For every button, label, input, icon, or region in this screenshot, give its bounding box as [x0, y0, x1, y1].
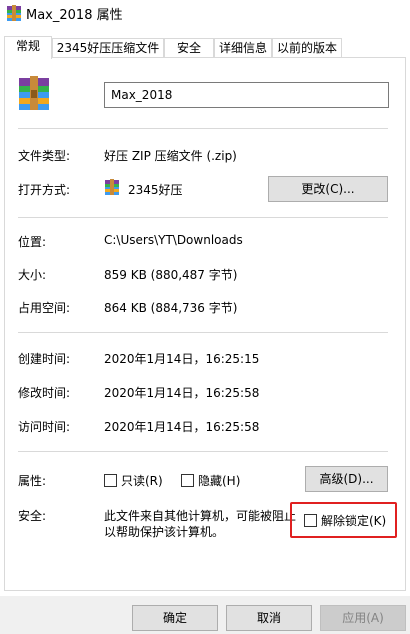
tab-security[interactable]: 安全	[164, 38, 214, 58]
tab-previous-versions[interactable]: 以前的版本	[272, 38, 342, 58]
tab-haozip[interactable]: 2345好压压缩文件	[52, 38, 164, 58]
tab-general[interactable]: 常规	[4, 36, 52, 59]
security-label: 安全:	[18, 509, 47, 523]
modified-value: 2020年1月14日，16:25:58	[104, 386, 260, 400]
size-on-disk-label: 占用空间:	[18, 301, 71, 315]
file-name-input[interactable]	[104, 82, 389, 108]
size-label: 大小:	[18, 268, 47, 282]
title-bar: Max_2018 属性	[0, 0, 410, 28]
tab-strip: 常规 2345好压压缩文件 安全 详细信息 以前的版本	[0, 36, 410, 59]
separator	[18, 451, 388, 452]
archive-icon	[7, 5, 21, 21]
tab-details[interactable]: 详细信息	[214, 38, 272, 58]
accessed-value: 2020年1月14日，16:25:58	[104, 420, 260, 434]
location-label: 位置:	[18, 235, 47, 249]
change-button[interactable]: 更改(C)...	[268, 176, 388, 202]
hidden-label[interactable]: 隐藏(H)	[198, 472, 240, 489]
file-type-value: 好压 ZIP 压缩文件 (.zip)	[104, 149, 237, 163]
security-message-line1: 此文件来自其他计算机，可能被阻止	[104, 509, 297, 523]
archive-icon	[19, 76, 49, 110]
advanced-button[interactable]: 高级(D)...	[305, 466, 388, 492]
window-title: Max_2018 属性	[26, 8, 123, 23]
size-value: 859 KB (880,487 字节)	[104, 268, 238, 282]
file-type-label: 文件类型:	[18, 149, 71, 163]
created-value: 2020年1月14日，16:25:15	[104, 352, 260, 366]
accessed-label: 访问时间:	[18, 420, 71, 434]
haozip-icon	[105, 179, 119, 195]
ok-button[interactable]: 确定	[132, 605, 218, 631]
hidden-checkbox[interactable]	[181, 474, 194, 487]
apply-button[interactable]: 应用(A)	[320, 605, 406, 631]
security-message-line2: 以帮助保护该计算机。	[104, 525, 225, 539]
created-label: 创建时间:	[18, 352, 71, 366]
unblock-label[interactable]: 解除锁定(K)	[321, 512, 389, 529]
opens-with-label: 打开方式:	[18, 183, 71, 197]
separator	[18, 217, 388, 218]
cancel-button[interactable]: 取消	[226, 605, 312, 631]
modified-label: 修改时间:	[18, 386, 71, 400]
readonly-label[interactable]: 只读(R)	[121, 472, 163, 489]
opens-with-value: 2345好压	[128, 183, 183, 197]
location-value: C:\Users\YT\Downloads	[104, 233, 243, 247]
unblock-checkbox[interactable]	[304, 514, 317, 527]
readonly-checkbox[interactable]	[104, 474, 117, 487]
size-on-disk-value: 864 KB (884,736 字节)	[104, 301, 238, 315]
separator	[18, 332, 388, 333]
attributes-label: 属性:	[18, 474, 47, 488]
separator	[18, 128, 388, 129]
